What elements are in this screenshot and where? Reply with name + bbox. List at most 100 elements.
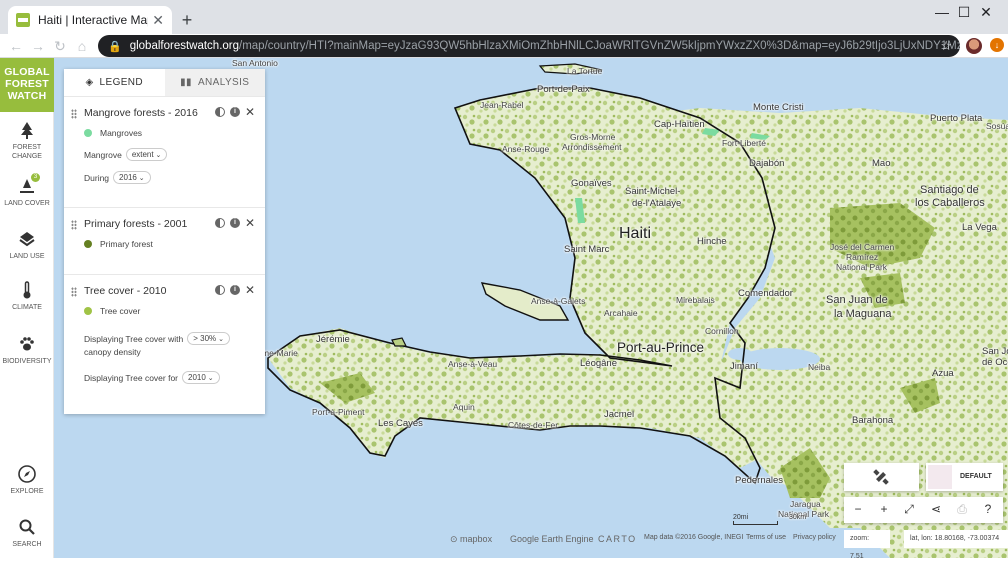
mangrove-year-select[interactable]: 2016: [113, 171, 151, 184]
sidebar: GLOBAL FOREST WATCH FOREST CHANGE 3 LAND…: [0, 58, 54, 558]
gfw-favicon-icon: [16, 13, 30, 27]
coords-readout: lat, lon: 18.80168, -73.00374: [904, 530, 1008, 548]
gfw-logo[interactable]: GLOBAL FOREST WATCH: [0, 58, 54, 112]
tab-legend[interactable]: ◈ LEGEND: [64, 69, 165, 96]
fullscreen-icon[interactable]: ⤢: [897, 497, 921, 521]
logo-line: GLOBAL: [4, 66, 50, 78]
map-data-attribution: Map data ©2016 Google, INEGI: [644, 534, 744, 541]
terms-link[interactable]: Terms of use: [746, 534, 786, 541]
mapbox-label: mapbox: [460, 534, 493, 544]
legend-layer-primary-forests: Primary forests - 2001 i ✕ Primary fores…: [64, 208, 265, 275]
sidebar-item-label: CLIMATE: [12, 304, 42, 311]
new-tab-button[interactable]: +: [176, 10, 198, 32]
sidebar-item-explore[interactable]: EXPLORE: [0, 464, 54, 496]
map-label: Hinche: [697, 236, 727, 247]
print-icon[interactable]: ⎙: [950, 497, 974, 521]
basemap-selector[interactable]: DEFAULT: [926, 463, 1003, 491]
logo-line: FOREST: [5, 78, 49, 90]
map-label: Santiago de: [920, 184, 979, 196]
privacy-link[interactable]: Privacy policy: [793, 534, 836, 541]
share-icon[interactable]: ⋖: [924, 497, 948, 521]
home-icon[interactable]: ⌂: [72, 36, 92, 56]
close-icon[interactable]: ✕: [245, 217, 255, 229]
sidebar-item-forest-change[interactable]: FOREST CHANGE: [0, 120, 54, 161]
map-label: Ramírez: [846, 252, 879, 262]
param-label: canopy density: [84, 347, 141, 357]
profile-avatar[interactable]: [966, 38, 982, 54]
mapbox-logo[interactable]: ⊙ mapbox: [450, 534, 492, 545]
map-label: Jean-Rabel: [480, 100, 524, 110]
sidebar-item-search[interactable]: SEARCH: [0, 517, 54, 549]
legend-layer-mangroves: Mangrove forests - 2016 i ✕ Mangroves Ma…: [64, 97, 265, 208]
layer-param: Displaying Tree cover for 2010: [84, 371, 253, 384]
map-label: Léogâne: [580, 358, 617, 369]
help-icon[interactable]: ?: [976, 497, 1000, 521]
scale-label: 30km: [789, 514, 807, 521]
zoom-in-button[interactable]: +: [872, 497, 896, 521]
thermometer-icon: [23, 281, 31, 299]
forward-icon[interactable]: →: [28, 36, 48, 56]
info-icon[interactable]: i: [230, 107, 240, 117]
reload-icon[interactable]: ↻: [50, 36, 70, 56]
browser-toolbar: ← → ↻ ⌂ 🔒 globalforestwatch.org/map/coun…: [0, 34, 1008, 58]
bookmark-star-icon[interactable]: ☆: [940, 38, 952, 54]
address-bar[interactable]: 🔒 globalforestwatch.org/map/country/HTI?…: [98, 35, 960, 57]
tree-icon: [21, 122, 33, 139]
map-label: San José: [982, 346, 1008, 357]
map-label: Arrondissement: [562, 142, 622, 152]
scale-label: 20mi: [733, 514, 749, 521]
info-icon[interactable]: i: [230, 218, 240, 228]
drag-handle-icon[interactable]: [71, 109, 77, 119]
sidebar-item-biodiversity[interactable]: BIODIVERSITY: [0, 334, 54, 366]
close-window-button[interactable]: ✕: [964, 0, 1008, 28]
close-icon[interactable]: ✕: [245, 106, 255, 118]
recenter-control[interactable]: [844, 463, 919, 491]
param-label: During: [84, 172, 110, 183]
sidebar-item-climate[interactable]: CLIMATE: [0, 280, 54, 312]
map-toolbar: − + ⤢ ⋖ ⎙ ?: [844, 497, 1003, 523]
close-icon[interactable]: ✕: [245, 284, 255, 296]
map-label: National Park: [836, 262, 888, 272]
param-label: Mangrove: [84, 149, 122, 160]
browser-tabstrip: Haiti | Interactive Map | Global Fo ✕ + …: [0, 0, 1008, 34]
tab-analysis[interactable]: ▮▮ ANALYSIS: [164, 69, 265, 96]
basemap-label: DEFAULT: [960, 473, 992, 480]
canopy-density-select[interactable]: > 30%: [187, 332, 230, 345]
map-label: Barahona: [852, 415, 894, 426]
map-label: Gonaïves: [571, 178, 612, 189]
sidebar-item-land-cover[interactable]: 3 LAND COVER: [0, 173, 54, 208]
map-label: Neiba: [808, 362, 831, 372]
sidebar-item-land-use[interactable]: LAND USE: [0, 229, 54, 261]
legend-label: Primary forest: [100, 239, 153, 249]
legend-layer-tree-cover: Tree cover - 2010 i ✕ Tree cover Display…: [64, 275, 265, 414]
url-host: globalforestwatch.org: [129, 40, 240, 52]
gee-logo[interactable]: Google Earth Engine: [510, 534, 594, 544]
sidebar-item-label: EXPLORE: [10, 488, 44, 495]
info-icon[interactable]: i: [230, 285, 240, 295]
drag-handle-icon[interactable]: [71, 220, 77, 230]
map-label: Côtes-de-Fer: [508, 420, 559, 430]
layer-param: Displaying Tree cover with > 30%: [84, 332, 253, 345]
drag-handle-icon[interactable]: [71, 287, 77, 297]
opacity-icon[interactable]: [215, 218, 225, 228]
legend-label: Mangroves: [100, 128, 143, 138]
extension-icon[interactable]: ↓: [990, 38, 1004, 52]
mangrove-type-select[interactable]: extent: [125, 148, 168, 161]
layer-param-continued: canopy density: [84, 347, 253, 357]
zoom-out-button[interactable]: −: [846, 497, 870, 521]
layers-icon: ◈: [85, 77, 94, 88]
carto-logo[interactable]: CARTO: [598, 534, 637, 544]
legend-panel: ◈ LEGEND ▮▮ ANALYSIS Mangrove forests - 20…: [64, 69, 265, 414]
map-label: Arcahaie: [604, 308, 638, 318]
browser-tab[interactable]: Haiti | Interactive Map | Global Fo ✕: [8, 6, 172, 34]
opacity-icon[interactable]: [215, 285, 225, 295]
close-tab-icon[interactable]: ✕: [152, 12, 164, 29]
legend-swatch: [84, 240, 92, 248]
opacity-icon[interactable]: [215, 107, 225, 117]
tree-cover-year-select[interactable]: 2010: [182, 371, 220, 384]
param-label: Displaying Tree cover for: [84, 372, 179, 383]
zoom-readout: zoom: 7.51: [844, 530, 890, 560]
land-use-icon: [19, 232, 35, 247]
back-icon[interactable]: ←: [6, 36, 26, 56]
layer-param: Mangrove extent: [84, 148, 253, 161]
